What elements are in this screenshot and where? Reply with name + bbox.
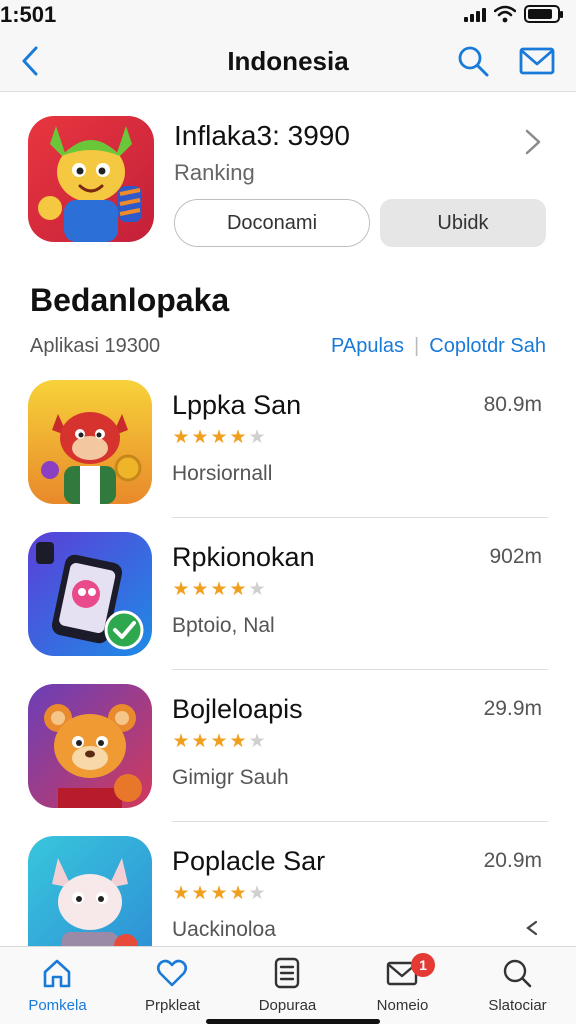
tab-label: Nomeio (376, 997, 429, 1014)
star-icon: ★ (210, 883, 228, 904)
see-all-link[interactable]: Coplotdr Sah (429, 335, 546, 358)
status-icons (464, 5, 563, 23)
home-icon (43, 959, 71, 988)
tab-label: Prpkleat (144, 997, 201, 1014)
tab-favorites[interactable]: Prpkleat (115, 947, 230, 1024)
app-list-item[interactable]: Lppka San ★ ★ ★ ★ ★ Horsiornall 80.9m (0, 366, 576, 518)
featured-app-subtitle: Ranking (174, 160, 255, 185)
app-icon[interactable] (28, 684, 152, 808)
search-icon[interactable] (456, 44, 490, 78)
star-icon: ★ (191, 731, 209, 752)
app-size: 20.9m (483, 849, 542, 872)
search-icon (503, 959, 532, 988)
app-name: Lppka San (172, 390, 302, 420)
app-name: Poplacle Sar (172, 846, 326, 876)
tab-label: Dopuraa (258, 997, 317, 1014)
star-icon: ★ (172, 579, 190, 600)
tab-search[interactable]: Slatociar (460, 947, 575, 1024)
star-icon: ★ (210, 579, 228, 600)
app-name: Rpkionokan (172, 542, 315, 572)
app-list-item[interactable]: Rpkionokan ★ ★ ★ ★ ★ Bptoio, Nal 902m (0, 518, 576, 670)
star-icon: ★ (172, 883, 190, 904)
app-category: Horsiornall (172, 462, 273, 485)
star-icon: ★ (248, 427, 266, 448)
tab-bar: Pomkela Prpkleat Dopuraa 1 Nomeio Slatoc… (0, 946, 576, 1024)
tab-home[interactable]: Pomkela (0, 947, 115, 1024)
star-rating: ★ ★ ★ ★ ★ (172, 428, 266, 447)
star-icon: ★ (248, 883, 266, 904)
app-category: Bptoio, Nal (172, 614, 275, 637)
star-icon: ★ (229, 883, 247, 904)
star-icon: ★ (248, 579, 266, 600)
heart-icon (156, 959, 188, 987)
section-links: PApulas | Coplotdr Sah (331, 335, 546, 358)
star-icon: ★ (210, 731, 228, 752)
app-category: Gimigr Sauh (172, 766, 289, 789)
tab-messages[interactable]: 1 Nomeio (345, 947, 460, 1024)
tab-label: Pomkela (28, 997, 87, 1014)
battery-icon (524, 5, 563, 23)
app-size: 80.9m (483, 393, 542, 416)
star-icon: ★ (229, 731, 247, 752)
section-subtitle: Aplikasi 19300 (30, 335, 161, 357)
navigation-bar: Indonesia (0, 30, 576, 92)
featured-app[interactable]: Inflaka3: 3990 Ranking Doconami Ubidk (0, 92, 576, 272)
app-list-item[interactable]: Poplacle Sar ★ ★ ★ ★ ★ Uackinoloa 20.9m (0, 822, 576, 946)
star-icon: ★ (248, 731, 266, 752)
download-button[interactable]: Doconami (174, 199, 370, 247)
secondary-button[interactable]: Ubidk (380, 199, 546, 247)
star-icon: ★ (191, 883, 209, 904)
tab-label: Slatociar (488, 997, 547, 1014)
star-icon: ★ (172, 427, 190, 448)
wifi-icon (494, 5, 516, 23)
mail-icon[interactable] (518, 44, 556, 78)
home-indicator (206, 1019, 380, 1024)
document-icon (274, 957, 300, 989)
tab-documents[interactable]: Dopuraa (230, 947, 345, 1024)
app-icon[interactable] (28, 532, 152, 656)
section-title: Bedanlopaka (30, 282, 230, 318)
chevron-right-icon[interactable] (522, 126, 544, 158)
star-icon: ★ (172, 731, 190, 752)
app-size: 902m (489, 545, 542, 568)
app-list-item[interactable]: Bojleloapis ★ ★ ★ ★ ★ Gimigr Sauh 29.9m (0, 670, 576, 822)
star-icon: ★ (229, 427, 247, 448)
app-category: Uackinoloa (172, 918, 276, 941)
star-icon: ★ (210, 427, 228, 448)
app-icon[interactable] (28, 836, 152, 946)
featured-app-icon[interactable] (28, 116, 154, 242)
status-time: 1:501 (0, 2, 57, 27)
star-rating: ★ ★ ★ ★ ★ (172, 732, 266, 751)
featured-app-title: Inflaka3: 3990 (174, 120, 350, 151)
status-bar: 1:501 (0, 0, 576, 30)
app-name: Bojleloapis (172, 694, 303, 724)
popular-link[interactable]: PApulas (331, 335, 404, 358)
app-icon[interactable] (28, 380, 152, 504)
notification-badge: 1 (411, 953, 435, 977)
signal-icon (464, 6, 486, 22)
collapse-icon[interactable] (522, 918, 542, 938)
star-icon: ★ (191, 427, 209, 448)
star-rating: ★ ★ ★ ★ ★ (172, 580, 266, 599)
star-icon: ★ (191, 579, 209, 600)
app-size: 29.9m (483, 697, 542, 720)
star-rating: ★ ★ ★ ★ ★ (172, 884, 266, 903)
star-icon: ★ (229, 579, 247, 600)
link-separator: | (414, 335, 420, 357)
